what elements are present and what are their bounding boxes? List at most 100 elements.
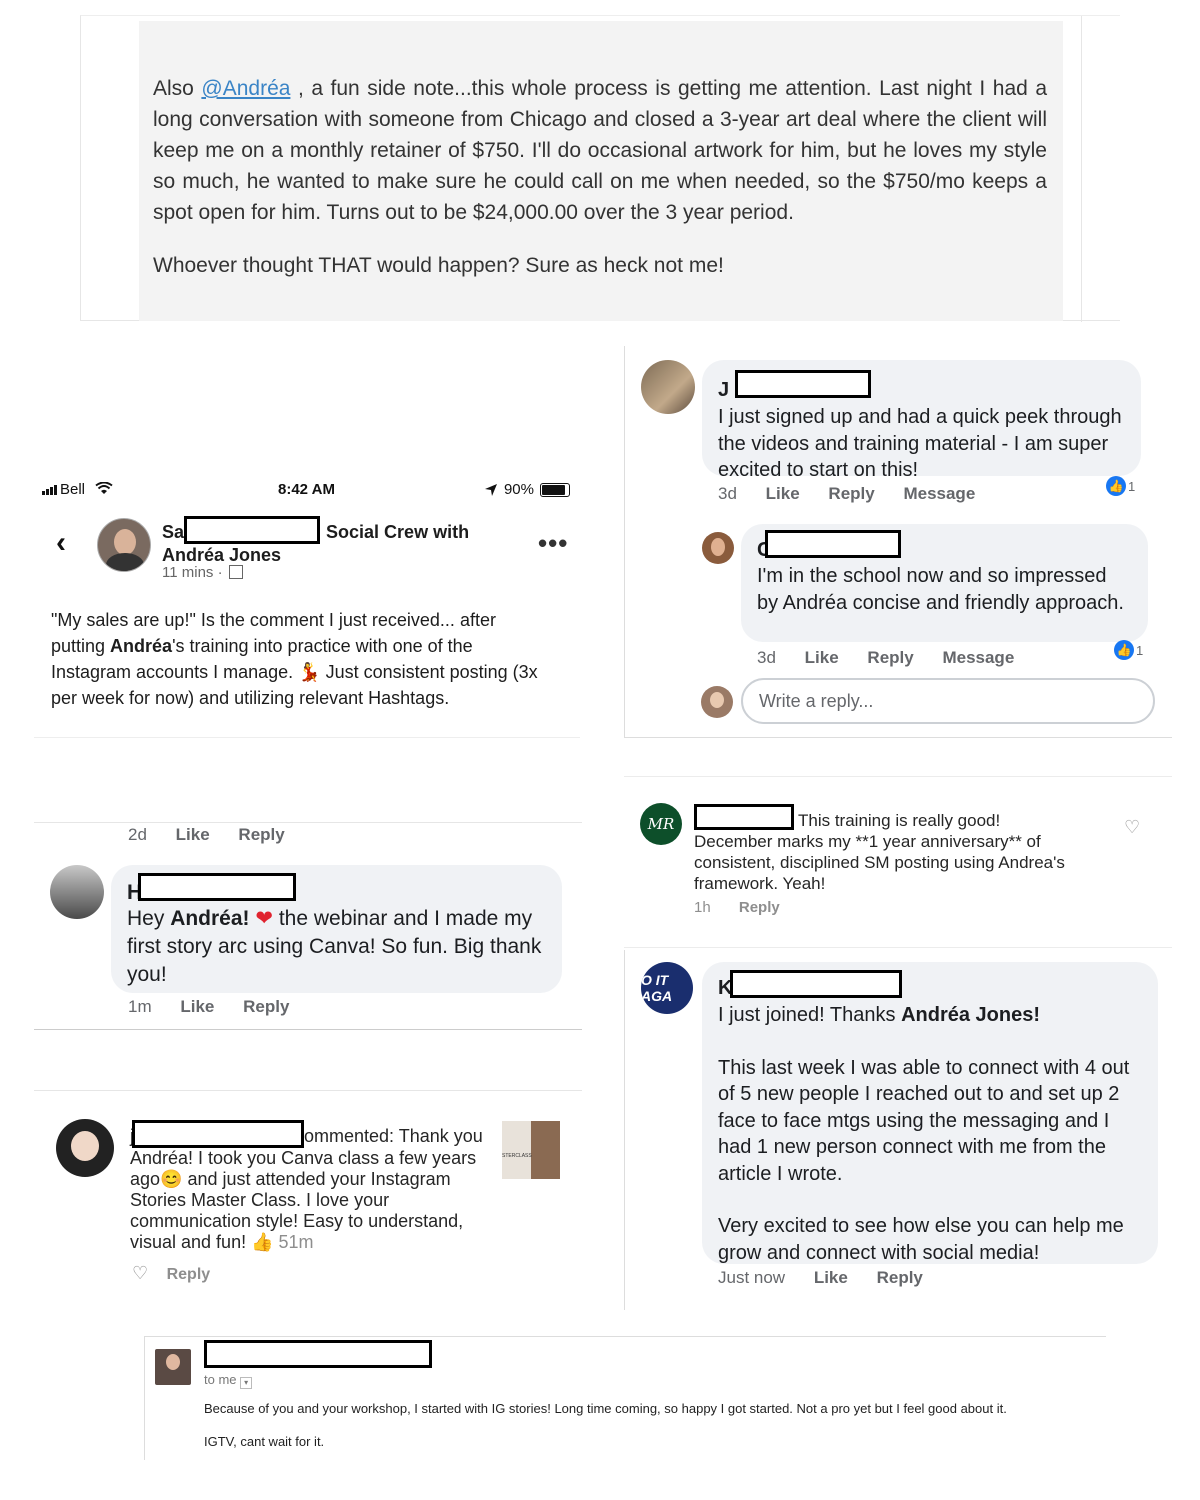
post-text-bold: Andréa [110, 636, 173, 656]
signal-icon [42, 485, 57, 495]
comment-time: 1m [128, 997, 152, 1016]
quote-block: Also @Andréa , a fun side note...this wh… [139, 21, 1063, 321]
comment-body: This training is really good! December m… [694, 804, 1094, 894]
commenter-name[interactable]: J [718, 370, 1125, 401]
message-button[interactable]: Message [942, 648, 1014, 667]
comment-bubble: J I just signed up and had a quick peek … [702, 360, 1141, 481]
carrier-name: Bell [60, 481, 86, 498]
avatar [641, 360, 695, 414]
reaction-count[interactable]: 👍 1 [1106, 476, 1135, 496]
like-button[interactable]: Like [814, 1268, 848, 1287]
avatar [155, 1349, 191, 1385]
comment-text: December marks my **1 year anniversary**… [694, 832, 1065, 893]
comment-actions: 1m Like Reply [128, 997, 313, 1017]
post-author[interactable]: Sa Social Crew with Andréa Jones [162, 516, 469, 567]
message-button[interactable]: Message [903, 484, 975, 503]
comment-bubble: K I just joined! Thanks Andréa Jones! Th… [702, 962, 1158, 1264]
like-button[interactable]: Like [805, 648, 839, 667]
commenter-name[interactable]: C [757, 530, 1132, 561]
comment-time: 3d [757, 648, 776, 667]
reply-button[interactable]: Reply [167, 1266, 211, 1283]
avatar [97, 518, 151, 572]
post-timestamp: 11 mins · [162, 564, 243, 581]
mention-link[interactable]: @Andréa [201, 77, 290, 100]
reply-button[interactable]: Reply [243, 997, 289, 1016]
carrier: Bell [42, 481, 113, 498]
quote-text: Also [153, 77, 194, 100]
email-message: to me ▾ Because of you and your workshop… [144, 1336, 1106, 1460]
reply-button[interactable]: Reply [877, 1268, 923, 1287]
forum-testimonial: Also @Andréa , a fun side note...this wh… [80, 15, 1120, 322]
commenter-name[interactable]: K [718, 970, 1142, 999]
reply-input[interactable]: Write a reply... [741, 678, 1155, 724]
back-chevron-icon[interactable]: ‹ [56, 526, 66, 560]
mobile-post-screenshot: Bell 8:42 AM 90% ‹ Sa Social Crew with An… [34, 476, 580, 738]
comment-time: 1h [694, 899, 711, 916]
comment-text-bold: Andréa Jones! [901, 1004, 1041, 1026]
redaction-box [132, 1120, 304, 1148]
wifi-icon [95, 481, 113, 494]
commenter-name[interactable]: H [127, 873, 546, 904]
facebook-comment: 2d Like Reply H Hey Andréa! ❤ the webina… [34, 822, 582, 1030]
reply-button[interactable]: Reply [238, 825, 284, 844]
heart-icon: ❤ [255, 907, 273, 930]
heart-icon[interactable]: ♡ [132, 1263, 148, 1283]
like-button[interactable]: Like [766, 484, 800, 503]
recipient-line[interactable]: to me ▾ [204, 1372, 253, 1389]
dropdown-arrow-icon[interactable]: ▾ [240, 1377, 253, 1389]
instagram-comment: MR This training is really good! Decembe… [624, 776, 1172, 948]
comment-paragraph: This last week I was able to connect wit… [718, 1056, 1130, 1185]
battery-icon [540, 482, 570, 497]
quote-paragraph-1: Also @Andréa , a fun side note...this wh… [153, 73, 1047, 228]
comment-text: I'm in the school now and so impressed b… [757, 565, 1124, 614]
clock: 8:42 AM [278, 481, 335, 498]
redaction-box [730, 970, 903, 998]
divider [1081, 16, 1082, 322]
facebook-thread: J I just signed up and had a quick peek … [624, 346, 1172, 738]
comment-actions: ♡ Reply [132, 1263, 234, 1284]
avatar [702, 532, 734, 564]
comment-time: 3d [718, 484, 737, 503]
comment-body: jommented: Thank you Andréa! I took you … [130, 1120, 490, 1253]
avatar [701, 686, 733, 718]
reply-button[interactable]: Reply [828, 484, 874, 503]
author-name-line2: Andréa Jones [162, 545, 282, 565]
battery-percent: 90% [503, 481, 534, 498]
reply-button[interactable]: Reply [739, 899, 780, 916]
comment-time: 51m [278, 1232, 314, 1252]
reply-button[interactable]: Reply [867, 648, 913, 667]
thumbs-up-icon: 👍 [1114, 640, 1134, 660]
comment-text: Hey Andréa! ❤ the webinar and I made my … [127, 905, 546, 989]
comment-text-line1: I just joined! Thanks Andréa Jones! [718, 1002, 1142, 1029]
redaction-box [765, 530, 902, 558]
thumbs-up-icon: 👍 [1106, 476, 1126, 496]
heart-icon[interactable]: ♡ [1124, 817, 1140, 838]
previous-comment-actions: 2d Like Reply [128, 825, 309, 845]
instagram-comment: jommented: Thank you Andréa! I took you … [34, 1090, 582, 1308]
avatar: MR [640, 803, 682, 845]
post-thumbnail[interactable]: STERCLASS [502, 1121, 560, 1179]
comment-actions: 3d Like Reply Message [757, 648, 1038, 668]
author-name-prefix: Sa [162, 522, 185, 542]
sender-name[interactable] [204, 1340, 432, 1368]
redaction-box [694, 804, 794, 830]
quote-paragraph-2: Whoever thought THAT would happen? Sure … [153, 254, 724, 277]
redaction-box [735, 370, 872, 398]
timestamp-text: 11 mins · [162, 564, 223, 581]
facebook-comment: O IT AGA K I just joined! Thanks Andréa … [624, 950, 1176, 1310]
comment-text: This training is really good! [798, 811, 1001, 830]
redaction-box [184, 516, 321, 544]
like-button[interactable]: Like [176, 825, 210, 844]
post-body: "My sales are up!" Is the comment I just… [51, 607, 551, 711]
comment-text: I just signed up and had a quick peek th… [718, 406, 1122, 481]
redaction-box [204, 1340, 432, 1368]
like-button[interactable]: Like [180, 997, 214, 1016]
recipient-text: to me [204, 1372, 237, 1387]
comment-bubble: H Hey Andréa! ❤ the webinar and I made m… [111, 865, 562, 993]
dancer-emoji-icon: 💃 [298, 662, 321, 682]
more-options-icon[interactable]: ••• [538, 528, 568, 559]
reaction-count[interactable]: 👍 1 [1114, 640, 1143, 660]
comment-bubble: C I'm in the school now and so impressed… [741, 524, 1148, 642]
reaction-count-value: 1 [1136, 642, 1144, 658]
email-body-line: IGTV, cant wait for it. [204, 1434, 325, 1449]
